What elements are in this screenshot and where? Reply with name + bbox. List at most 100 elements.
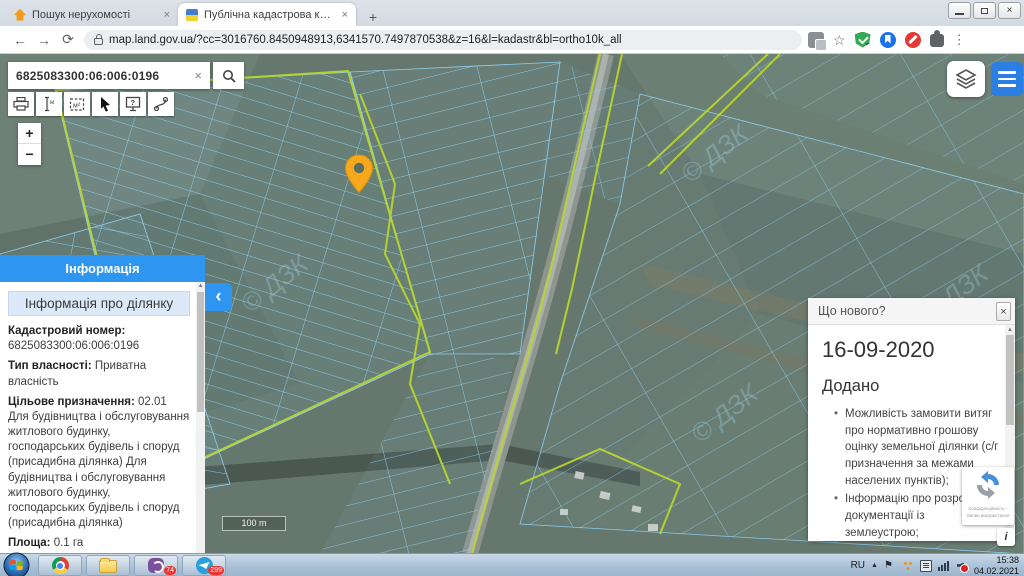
- monitor-question-icon: ?: [125, 96, 141, 112]
- close-whats-new-button[interactable]: ×: [996, 302, 1011, 321]
- field-designated-purpose: Цільове призначення: 02.01 Для будівницт…: [8, 395, 190, 532]
- route-icon: [153, 96, 169, 112]
- svg-text:?: ?: [131, 98, 136, 107]
- taskbar-explorer-button[interactable]: [86, 555, 130, 576]
- clock-time: 15:38: [974, 555, 1019, 566]
- minimize-button[interactable]: [948, 2, 971, 19]
- shield-badge: 2: [866, 43, 874, 52]
- scroll-up-icon[interactable]: ▲: [196, 282, 205, 291]
- tab-title: Публічна кадастрова карта Укра: [204, 9, 336, 21]
- property-search-favicon: [14, 9, 26, 21]
- viber-badge: 74: [164, 566, 176, 575]
- browser-window: Пошук нерухомості × Публічна кадастрова …: [0, 0, 1024, 576]
- zoom-in-button[interactable]: +: [18, 123, 41, 144]
- system-tray: RU ▲ ⚑ 15:38 04.02.2021: [851, 554, 1022, 576]
- chevron-left-icon: ‹: [215, 286, 221, 308]
- cadastral-search-input[interactable]: 6825083300:06:006:0196 ×: [8, 62, 210, 89]
- tab-title: Пошук нерухомості: [32, 9, 158, 21]
- clear-search-icon[interactable]: ×: [194, 68, 202, 83]
- reload-button[interactable]: ⟳: [56, 31, 80, 48]
- adguard-shield-icon[interactable]: 2: [855, 32, 871, 48]
- recaptcha-privacy-text: Конфіденційність - Умови використання: [962, 506, 1014, 520]
- search-icon: [222, 69, 236, 83]
- muted-speaker-icon[interactable]: [956, 560, 968, 572]
- route-tool-button[interactable]: [148, 92, 174, 116]
- taskbar-telegram-button[interactable]: 299: [182, 555, 226, 576]
- window-controls: ×: [948, 2, 1021, 19]
- layers-icon: [954, 67, 978, 91]
- print-button[interactable]: [8, 92, 34, 116]
- parcel-info-section-title[interactable]: Інформація про ділянку: [8, 291, 190, 316]
- info-panel-body: Інформація про ділянку Кадастровий номер…: [0, 282, 196, 554]
- recaptcha-icon: [974, 471, 1002, 499]
- back-button[interactable]: ←: [8, 32, 32, 48]
- telegram-badge: 299: [208, 566, 224, 575]
- info-panel-header[interactable]: Інформація: [0, 255, 205, 282]
- tab-close-icon[interactable]: ×: [342, 9, 348, 21]
- start-button[interactable]: [3, 552, 30, 576]
- hidden-icons-arrow[interactable]: ▲: [871, 562, 878, 569]
- measure-length-icon: м: [42, 96, 56, 112]
- whats-new-header: Що нового? ×: [808, 298, 1015, 325]
- scroll-thumb[interactable]: [1006, 335, 1014, 425]
- svg-text:м: м: [50, 100, 54, 106]
- tab-cadastral-map[interactable]: Публічна кадастрова карта Укра ×: [178, 3, 356, 26]
- layers-button[interactable]: [947, 61, 985, 97]
- map-canvas[interactable]: © ДЗК © ДЗК © ДЗК © ДЗК 6825083300:06:00…: [0, 54, 1024, 554]
- close-window-button[interactable]: ×: [998, 2, 1021, 19]
- pointer-tool-button[interactable]: [92, 92, 118, 116]
- info-panel: Інформація Інформація про ділянку Кадаст…: [0, 255, 205, 554]
- bookmark-star-icon[interactable]: ☆: [833, 32, 846, 48]
- svg-text:м²: м²: [73, 103, 81, 110]
- collapse-panel-button[interactable]: ‹: [205, 283, 232, 311]
- measure-length-button[interactable]: м: [36, 92, 62, 116]
- field-area: Площа: 0.1 га: [8, 536, 190, 551]
- bullet-icon: •: [834, 491, 838, 541]
- scale-bar: 100 m: [222, 516, 286, 531]
- language-indicator[interactable]: RU: [851, 560, 865, 571]
- ukraine-flag-favicon: [186, 9, 198, 21]
- taskbar-clock[interactable]: 15:38 04.02.2021: [974, 555, 1022, 576]
- zoom-out-button[interactable]: −: [18, 144, 41, 165]
- whats-new-date: 16-09-2020: [822, 337, 1001, 363]
- map-marker-pin[interactable]: [344, 154, 374, 199]
- clipboard-tray-icon[interactable]: [920, 560, 932, 572]
- url-text: map.land.gov.ua/?cc=3016760.8450948913,6…: [109, 34, 622, 46]
- update-tray-icon[interactable]: [902, 560, 914, 572]
- browser-menu-icon[interactable]: ⋮: [953, 32, 966, 48]
- map-toolbar: м м² ?: [8, 92, 174, 116]
- windows-taskbar: 74 299 RU ▲ ⚑ 15:38 04.02.2021: [0, 553, 1024, 576]
- recaptcha-badge[interactable]: Конфіденційність - Умови використання: [962, 467, 1014, 525]
- restore-button[interactable]: [973, 2, 996, 19]
- measure-area-button[interactable]: м²: [64, 92, 90, 116]
- network-signal-icon[interactable]: [938, 560, 950, 572]
- search-value: 6825083300:06:006:0196: [16, 69, 194, 83]
- scroll-thumb[interactable]: [197, 292, 204, 412]
- whats-new-heading: Додано: [822, 377, 1001, 396]
- info-panel-scrollbar[interactable]: ▲: [196, 282, 205, 554]
- zoom-control: + −: [18, 123, 41, 165]
- search-button[interactable]: [213, 62, 244, 89]
- attribution-button[interactable]: i: [997, 528, 1015, 546]
- extensions-puzzle-icon[interactable]: [930, 34, 944, 47]
- new-tab-button[interactable]: +: [362, 8, 384, 26]
- tab-close-icon[interactable]: ×: [164, 9, 170, 21]
- chrome-icon: [52, 557, 69, 574]
- viber-icon: [148, 558, 164, 573]
- forward-button[interactable]: →: [32, 32, 56, 48]
- address-bar[interactable]: map.land.gov.ua/?cc=3016760.8450948913,6…: [84, 30, 802, 50]
- scroll-up-icon[interactable]: ▲: [1005, 325, 1015, 335]
- blocker-extension-icon[interactable]: [905, 32, 921, 48]
- printer-icon: [13, 97, 29, 111]
- clock-date: 04.02.2021: [974, 566, 1019, 576]
- bookmark-extension-icon[interactable]: [880, 32, 896, 48]
- translate-icon[interactable]: [808, 32, 824, 48]
- hamburger-icon: [998, 71, 1016, 74]
- action-center-flag-icon[interactable]: ⚑: [884, 560, 896, 572]
- tab-property-search[interactable]: Пошук нерухомості ×: [6, 3, 178, 26]
- taskbar-chrome-button[interactable]: [38, 555, 82, 576]
- taskbar-viber-button[interactable]: 74: [134, 555, 178, 576]
- whats-new-title: Що нового?: [818, 304, 996, 318]
- menu-button[interactable]: [991, 62, 1023, 96]
- help-tool-button[interactable]: ?: [120, 92, 146, 116]
